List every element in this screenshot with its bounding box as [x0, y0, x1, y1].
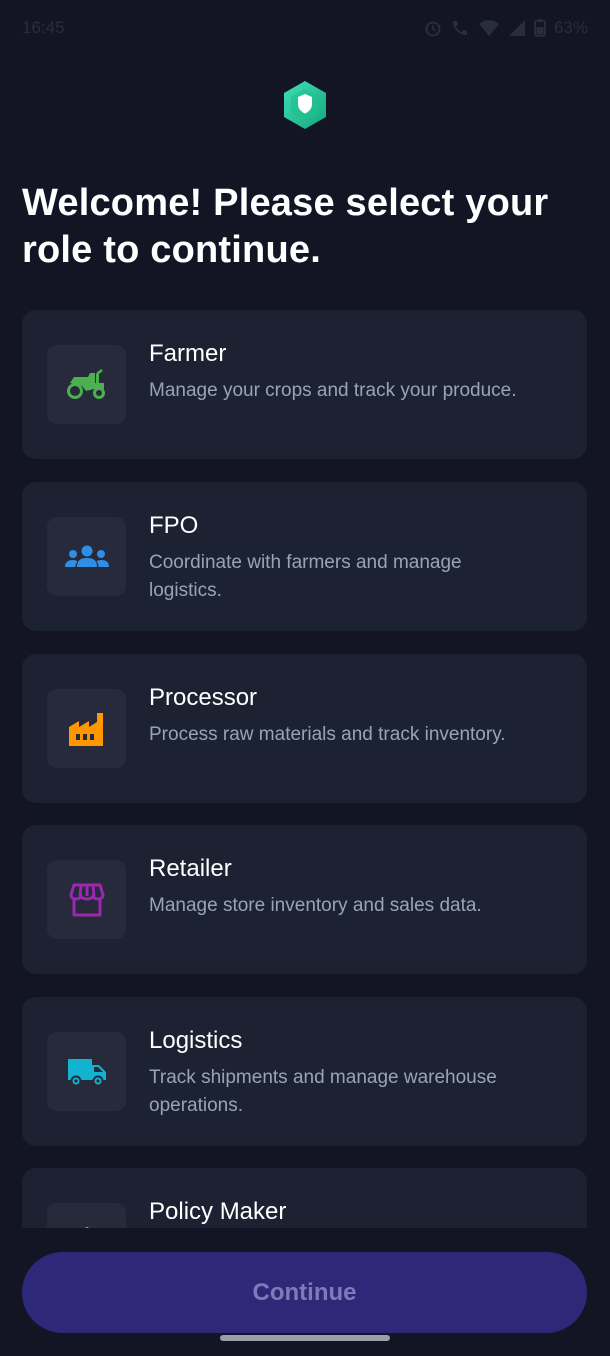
role-selection-screen: 16:45 63% Welcome! Please select your ro…: [0, 0, 610, 1356]
role-description: Manage your crops and track your produce…: [149, 380, 517, 401]
alarm-icon: [425, 21, 441, 37]
tractor-icon: [66, 368, 105, 399]
role-icon-box: [47, 860, 126, 939]
call-icon: [452, 21, 467, 35]
role-card-retailer[interactable]: Retailer Manage store inventory and sale…: [22, 825, 587, 974]
group-icon: [64, 545, 109, 567]
continue-button[interactable]: Continue: [22, 1252, 587, 1333]
role-card-policy-maker[interactable]: Policy Maker: [22, 1168, 587, 1228]
wifi-icon: [478, 20, 499, 36]
role-card-farmer[interactable]: Farmer Manage your crops and track your …: [22, 310, 587, 459]
factory-icon: [68, 712, 103, 746]
role-title: Farmer: [149, 340, 227, 367]
signal-icon: [508, 20, 525, 36]
status-icons: 63%: [424, 18, 588, 38]
battery-percent: 63%: [553, 18, 588, 37]
shield-logo-icon: [282, 80, 328, 130]
role-description: Track shipments and manage warehouse ope…: [149, 1067, 497, 1116]
role-title: FPO: [149, 512, 199, 539]
role-description: Manage store inventory and sales data.: [149, 895, 482, 916]
role-title: Logistics: [149, 1027, 243, 1054]
role-card-processor[interactable]: Processor Process raw materials and trac…: [22, 654, 587, 803]
store-icon: [69, 883, 104, 916]
battery-icon: [534, 19, 546, 37]
role-icon-box: [47, 517, 126, 596]
role-description: Coordinate with farmers and manage logis…: [149, 552, 462, 601]
role-icon-box: [47, 1032, 126, 1111]
role-title: Policy Maker: [149, 1198, 287, 1225]
role-list[interactable]: Farmer Manage your crops and track your …: [22, 310, 587, 1228]
role-card-fpo[interactable]: FPO Coordinate with farmers and manage l…: [22, 482, 587, 631]
role-card-logistics[interactable]: Logistics Track shipments and manage war…: [22, 997, 587, 1146]
home-indicator[interactable]: [220, 1335, 390, 1341]
role-icon-box: [47, 689, 126, 768]
role-title: Retailer: [149, 855, 232, 882]
role-description: Process raw materials and track inventor…: [149, 724, 506, 745]
role-icon-box: [47, 345, 126, 424]
page-title: Welcome! Please select your role to cont…: [22, 182, 549, 271]
truck-icon: [67, 1058, 106, 1086]
status-time: 16:45: [22, 18, 65, 37]
role-icon-box: [47, 1203, 126, 1228]
status-bar: 16:45 63%: [0, 0, 610, 56]
role-title: Processor: [149, 684, 258, 711]
